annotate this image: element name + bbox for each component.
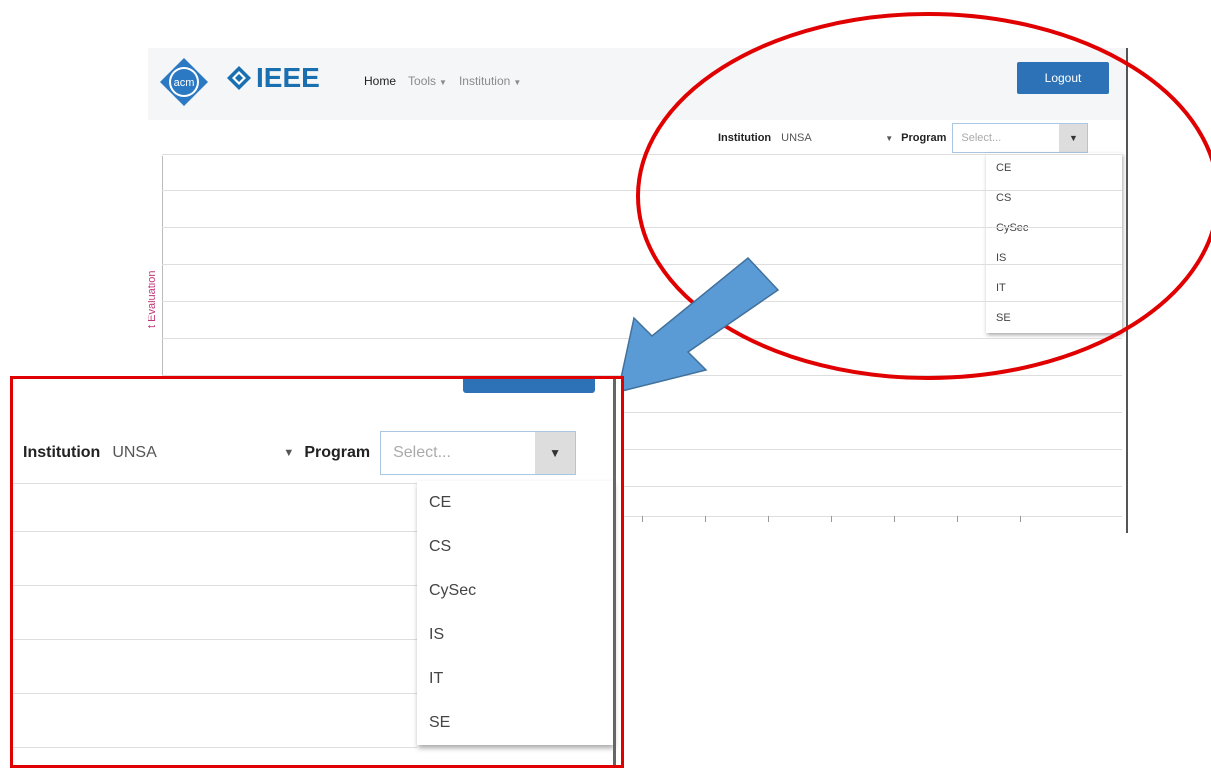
zoom-institution-label: Institution (23, 444, 101, 461)
zoom-program-dropdown-menu: CE CS CySec IS IT SE (417, 481, 613, 745)
zoom-program-option-ce[interactable]: CE (417, 481, 613, 525)
zoom-institution-value: UNSA (112, 444, 157, 461)
zoom-program-placeholder: Select... (393, 444, 451, 461)
zoom-filter-bar: Institution UNSA ▼ Program Select... ▼ (23, 431, 577, 475)
caret-down-icon: ▼ (283, 447, 295, 459)
zoom-program-option-se[interactable]: SE (417, 701, 613, 745)
zoom-institution-select[interactable]: UNSA ▼ (108, 432, 304, 474)
zoom-gridline (13, 585, 417, 586)
dropdown-arrow-icon[interactable]: ▼ (535, 432, 576, 474)
blue-arrow (617, 256, 780, 394)
zoom-gridline (13, 639, 417, 640)
zoom-inset: Institution UNSA ▼ Program Select... ▼ C… (10, 376, 624, 768)
zoom-program-option-it[interactable]: IT (417, 657, 613, 701)
zoom-program-select[interactable]: Select... ▼ (380, 431, 577, 475)
zoom-gridline (13, 483, 417, 484)
zoom-program-option-is[interactable]: IS (417, 613, 613, 657)
zoom-gridline (13, 747, 417, 748)
zoom-window-edge (613, 379, 616, 765)
zoom-blue-bar (463, 379, 595, 393)
zoom-gridline (13, 531, 417, 532)
zoom-program-label: Program (304, 444, 371, 461)
zoom-program-option-cysec[interactable]: CySec (417, 569, 613, 613)
zoom-program-option-cs[interactable]: CS (417, 525, 613, 569)
zoom-gridline (13, 693, 417, 694)
